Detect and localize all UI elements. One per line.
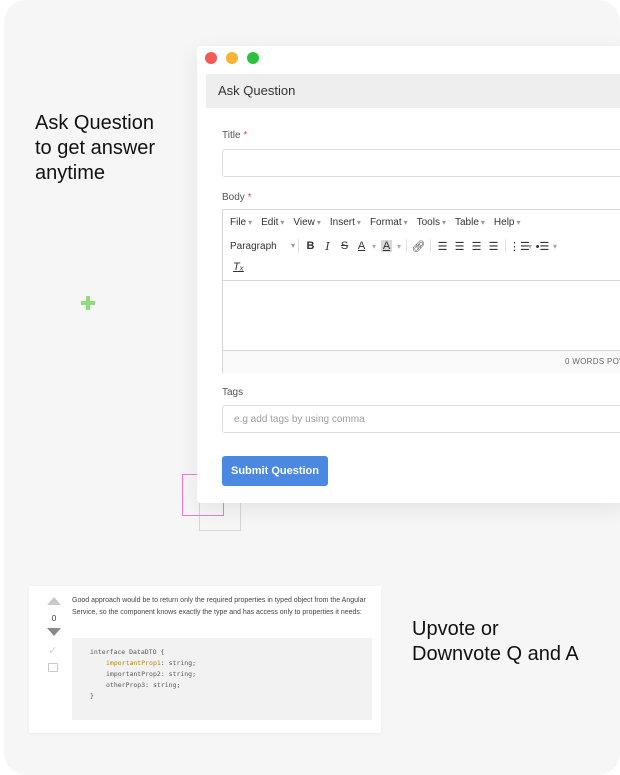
answer-card: 0 ✓ Good approach would be to return onl… bbox=[29, 586, 381, 733]
menu-tools[interactable]: Tools ▾ bbox=[417, 217, 446, 228]
page-title: Ask Question bbox=[218, 83, 296, 98]
menu-view[interactable]: View ▾ bbox=[293, 217, 321, 228]
align-justify-icon[interactable]: ☰ bbox=[485, 240, 502, 253]
body-label: Body * bbox=[222, 192, 251, 203]
tags-label: Tags bbox=[222, 387, 244, 398]
body-label-text: Body bbox=[222, 192, 245, 203]
promo-left-line-1: Ask Question bbox=[35, 112, 154, 134]
text-color-icon[interactable]: A bbox=[353, 240, 370, 252]
vote-count: 0 bbox=[51, 614, 57, 623]
promo-left-line-3: anytime bbox=[35, 162, 106, 184]
rich-text-editor: File ▾ Edit ▾ View ▾ Insert ▾ Format ▾ Tools ▾… bbox=[222, 209, 620, 373]
editor-toolbar: Paragraph ▾ B I S A ▾ A ▾ 🔗︎ ☰ ☰ ☰ ☰ ⋮☰ bbox=[223, 234, 620, 258]
minimize-window-icon[interactable] bbox=[226, 52, 238, 64]
chevron-down-icon[interactable]: ▾ bbox=[526, 242, 534, 251]
menu-view-label: View bbox=[293, 216, 315, 228]
align-left-icon[interactable]: ☰ bbox=[434, 240, 451, 253]
bold-icon[interactable]: B bbox=[302, 240, 319, 252]
chevron-down-icon: ▾ bbox=[516, 217, 521, 227]
menu-tools-label: Tools bbox=[416, 216, 440, 228]
menu-file[interactable]: File ▾ bbox=[230, 217, 252, 228]
menu-format-label: Format bbox=[369, 216, 402, 228]
toolbar-divider bbox=[430, 239, 431, 253]
code-line: otherProp3: string; bbox=[106, 681, 181, 689]
promo-left-heading: Ask Question to get answer anytime bbox=[35, 111, 155, 186]
window-controls bbox=[205, 52, 259, 64]
menu-file-label: File bbox=[230, 216, 247, 228]
code-type: : string; bbox=[160, 659, 197, 667]
code-line: importantProp2: string; bbox=[106, 670, 197, 678]
menu-edit-label: Edit bbox=[261, 216, 279, 228]
menu-format[interactable]: Format ▾ bbox=[370, 217, 408, 228]
menu-insert-label: Insert bbox=[329, 216, 355, 228]
title-label: Title * bbox=[222, 130, 247, 141]
title-input[interactable] bbox=[222, 149, 620, 177]
title-required-mark: * bbox=[243, 130, 248, 141]
upvote-icon[interactable] bbox=[47, 597, 61, 605]
chevron-down-icon: ▾ bbox=[280, 217, 285, 227]
downvote-icon[interactable] bbox=[47, 628, 61, 636]
promo-right-line-1: Upvote or bbox=[412, 618, 499, 640]
clear-formatting-icon[interactable]: Tₓ bbox=[233, 261, 244, 273]
numbered-list-icon[interactable]: ⋮☰ bbox=[509, 240, 530, 253]
strikethrough-icon[interactable]: S bbox=[336, 240, 353, 252]
tags-input[interactable]: e.g add tags by using comma bbox=[222, 405, 620, 433]
body-required-mark: * bbox=[247, 192, 252, 203]
italic-icon[interactable]: I bbox=[319, 240, 336, 253]
window-header: Ask Question bbox=[206, 74, 620, 108]
editor-statusbar: 0 WORDS POW bbox=[223, 350, 620, 373]
accept-answer-icon[interactable]: ✓ bbox=[48, 644, 57, 657]
answer-body: Good approach would be to return only th… bbox=[72, 597, 366, 616]
plus-decoration-icon bbox=[81, 296, 95, 310]
canvas: Ask Question to get answer anytime Ask Q… bbox=[4, 0, 620, 775]
chevron-down-icon: ▾ bbox=[248, 217, 253, 227]
paragraph-format-value: Paragraph bbox=[230, 240, 277, 252]
paragraph-format-select[interactable]: Paragraph ▾ bbox=[230, 241, 295, 252]
menu-help[interactable]: Help ▾ bbox=[494, 217, 521, 228]
menu-edit[interactable]: Edit ▾ bbox=[261, 217, 284, 228]
promo-right-heading: Upvote or Downvote Q and A bbox=[412, 617, 579, 667]
toolbar-divider bbox=[298, 239, 299, 253]
chevron-down-icon[interactable]: ▾ bbox=[395, 242, 403, 251]
title-label-text: Title bbox=[222, 130, 241, 141]
editor-toolbar-row-2: Tₓ bbox=[223, 258, 620, 280]
menu-help-label: Help bbox=[493, 216, 515, 228]
chevron-down-icon: ▾ bbox=[356, 217, 361, 227]
history-icon[interactable] bbox=[48, 663, 58, 672]
promo-left-line-2: to get answer bbox=[35, 137, 156, 159]
word-count: 0 WORDS POW bbox=[565, 357, 620, 366]
close-window-icon[interactable] bbox=[205, 52, 217, 64]
maximize-window-icon[interactable] bbox=[247, 52, 259, 64]
chevron-down-icon[interactable]: ▾ bbox=[551, 242, 559, 251]
chevron-down-icon: ▾ bbox=[441, 217, 446, 227]
align-center-icon[interactable]: ☰ bbox=[451, 240, 468, 253]
highlight-color-icon[interactable]: A bbox=[378, 240, 395, 252]
tags-placeholder: e.g add tags by using comma bbox=[234, 414, 365, 425]
menu-insert[interactable]: Insert ▾ bbox=[330, 217, 361, 228]
menu-table-label: Table bbox=[455, 216, 479, 228]
code-block: interface DataDTO { importantProp1: stri… bbox=[72, 638, 372, 720]
align-right-icon[interactable]: ☰ bbox=[468, 240, 485, 253]
bullet-list-icon[interactable]: •☰ bbox=[534, 240, 551, 253]
submit-question-button[interactable]: Submit Question bbox=[222, 456, 328, 486]
code-highlight: importantProp1 bbox=[106, 659, 161, 667]
toolbar-divider bbox=[406, 239, 407, 253]
chevron-down-icon: ▾ bbox=[403, 217, 408, 227]
chevron-down-icon[interactable]: ▾ bbox=[370, 242, 378, 251]
chevron-down-icon: ▾ bbox=[290, 240, 295, 250]
chevron-down-icon: ▾ bbox=[316, 217, 321, 227]
body-text-area[interactable] bbox=[223, 280, 620, 351]
menu-table[interactable]: Table ▾ bbox=[455, 217, 485, 228]
editor-menubar: File ▾ Edit ▾ View ▾ Insert ▾ Format ▾ Tools ▾… bbox=[223, 210, 620, 234]
link-icon[interactable]: 🔗︎ bbox=[410, 240, 427, 253]
code-line: interface DataDTO { bbox=[90, 648, 165, 656]
code-line: importantProp1: string; bbox=[106, 658, 196, 669]
code-line: } bbox=[90, 692, 94, 700]
toolbar-divider bbox=[505, 239, 506, 253]
promo-right-line-2: Downvote Q and A bbox=[412, 643, 579, 665]
chevron-down-icon: ▾ bbox=[480, 217, 485, 227]
ask-question-window: Ask Question Title * Body * File ▾ Edit ▾ … bbox=[197, 46, 620, 503]
